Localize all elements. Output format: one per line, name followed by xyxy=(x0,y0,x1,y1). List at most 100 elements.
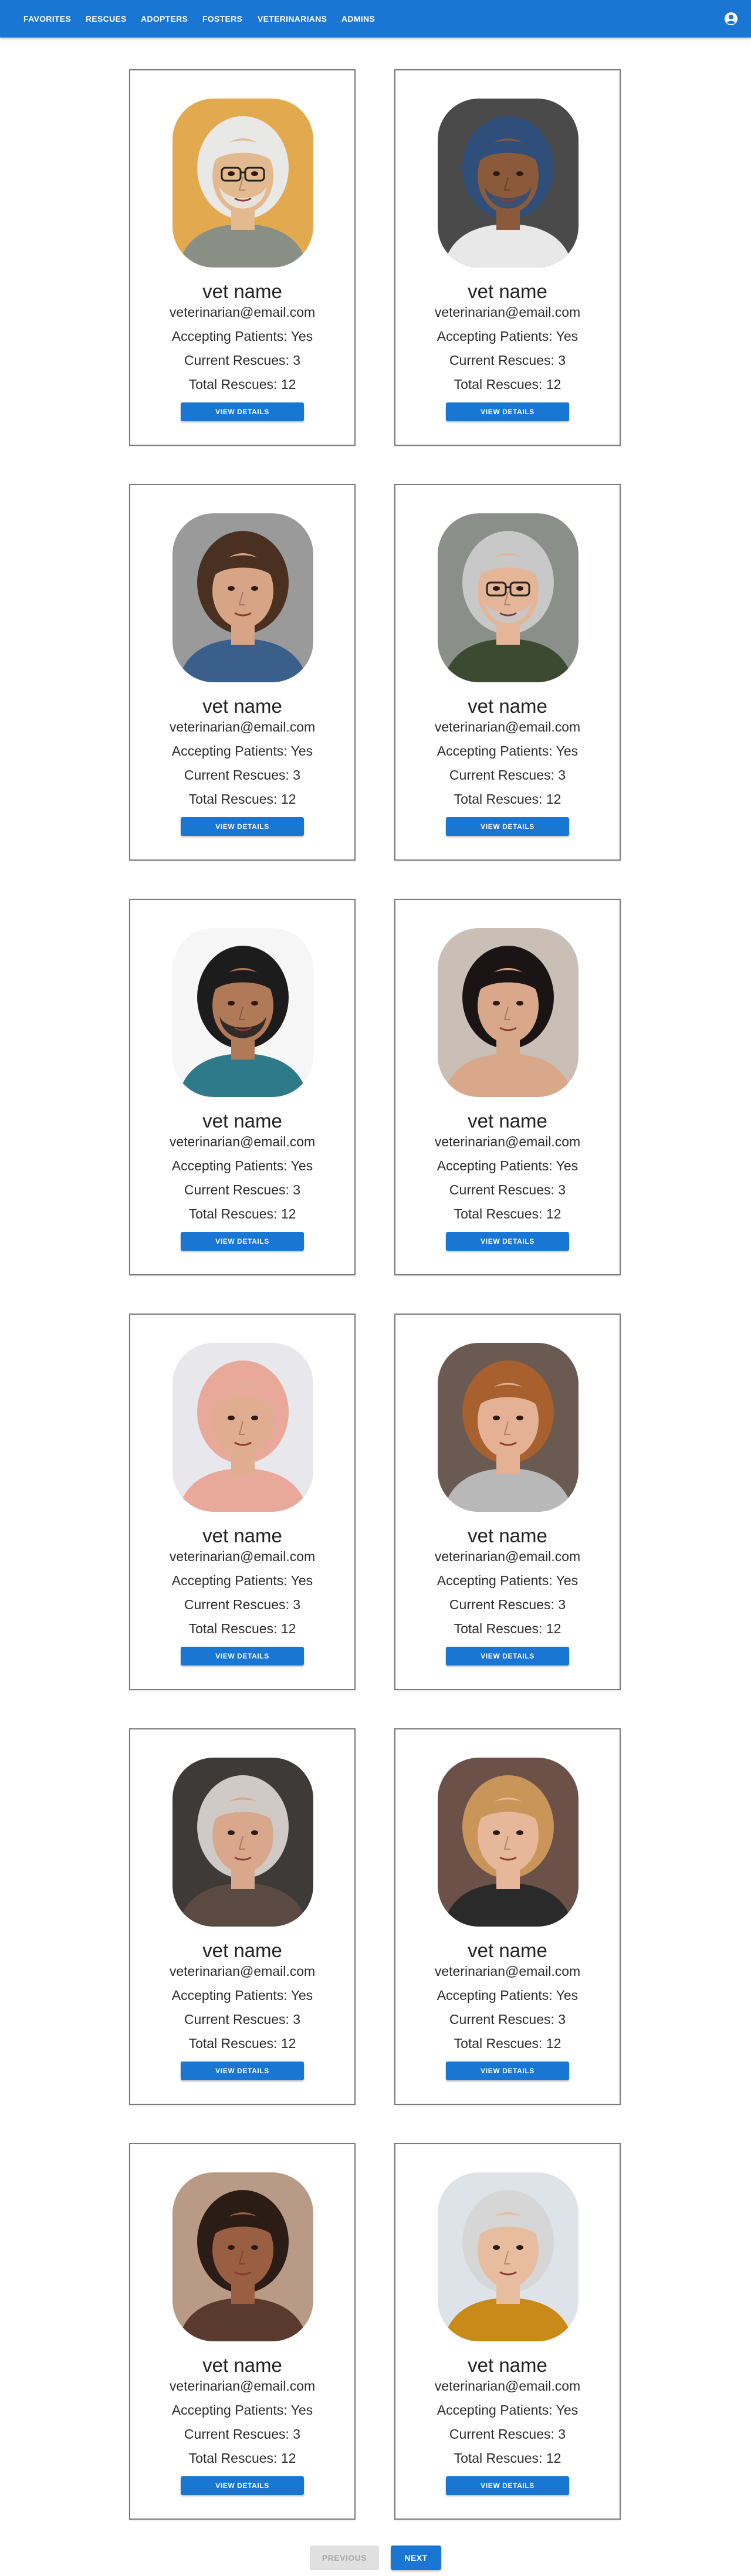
vet-email: veterinarian@email.com xyxy=(434,1134,581,1149)
total-rescues-text: Total Rescues: 12 xyxy=(188,1206,296,1221)
view-details-button[interactable]: VIEW DETAILS xyxy=(181,402,304,421)
account-circle-icon[interactable] xyxy=(724,12,738,26)
accepting-patients-text: Accepting Patients: Yes xyxy=(437,1988,579,2003)
portrait-image xyxy=(438,2172,579,2341)
vet-email: veterinarian@email.com xyxy=(434,719,581,734)
vet-name: vet name xyxy=(468,280,547,302)
vet-photo xyxy=(172,99,313,268)
accepting-patients-text: Accepting Patients: Yes xyxy=(171,1573,313,1588)
total-rescues-text: Total Rescues: 12 xyxy=(454,791,561,807)
accepting-patients-text: Accepting Patients: Yes xyxy=(437,1158,579,1173)
vet-name: vet name xyxy=(202,2354,282,2376)
view-details-button[interactable]: VIEW DETAILS xyxy=(446,402,569,421)
vet-photo xyxy=(438,99,579,268)
view-details-button[interactable]: VIEW DETAILS xyxy=(181,2476,304,2495)
vet-photo xyxy=(438,513,579,682)
current-rescues-text: Current Rescues: 3 xyxy=(184,353,301,368)
accepting-patients-text: Accepting Patients: Yes xyxy=(171,329,313,344)
vet-name: vet name xyxy=(202,695,282,717)
current-rescues-text: Current Rescues: 3 xyxy=(184,2426,301,2442)
vet-photo xyxy=(172,2172,313,2341)
vet-email: veterinarian@email.com xyxy=(434,304,581,320)
accepting-patients-text: Accepting Patients: Yes xyxy=(171,743,313,759)
portrait-image xyxy=(172,513,313,682)
accepting-patients-text: Accepting Patients: Yes xyxy=(437,743,579,759)
accepting-patients-text: Accepting Patients: Yes xyxy=(437,1573,579,1588)
view-details-button[interactable]: VIEW DETAILS xyxy=(446,2476,569,2495)
current-rescues-text: Current Rescues: 3 xyxy=(184,767,301,783)
view-details-button[interactable]: VIEW DETAILS xyxy=(181,1647,304,1666)
total-rescues-text: Total Rescues: 12 xyxy=(454,1621,561,1636)
vet-name: vet name xyxy=(202,1110,282,1132)
view-details-button[interactable]: VIEW DETAILS xyxy=(181,2062,304,2080)
current-rescues-text: Current Rescues: 3 xyxy=(449,1597,566,1612)
vet-photo xyxy=(172,1758,313,1927)
nav-fosters[interactable]: FOSTERS xyxy=(202,0,242,38)
current-rescues-text: Current Rescues: 3 xyxy=(184,1597,301,1612)
top-app-bar: FAVORITES RESCUES ADOPTERS FOSTERS VETER… xyxy=(0,0,751,38)
vet-photo xyxy=(172,1343,313,1512)
view-details-button[interactable]: VIEW DETAILS xyxy=(181,1232,304,1251)
accepting-patients-text: Accepting Patients: Yes xyxy=(437,329,579,344)
total-rescues-text: Total Rescues: 12 xyxy=(188,1621,296,1636)
total-rescues-text: Total Rescues: 12 xyxy=(188,2450,296,2466)
portrait-image xyxy=(172,2172,313,2341)
nav-rescues[interactable]: RESCUES xyxy=(86,0,127,38)
vet-email: veterinarian@email.com xyxy=(434,2378,581,2394)
vet-name: vet name xyxy=(468,1525,547,1546)
portrait-image xyxy=(438,99,579,268)
nav-favorites[interactable]: FAVORITES xyxy=(23,0,71,38)
portrait-image xyxy=(438,928,579,1097)
view-details-button[interactable]: VIEW DETAILS xyxy=(446,2062,569,2080)
vet-card: vet name veterinarian@email.com Accepting … xyxy=(394,484,621,861)
vet-email: veterinarian@email.com xyxy=(169,304,316,320)
current-rescues-text: Current Rescues: 3 xyxy=(184,1182,301,1197)
portrait-image xyxy=(172,928,313,1097)
view-details-button[interactable]: VIEW DETAILS xyxy=(446,1647,569,1666)
vet-name: vet name xyxy=(202,1939,282,1961)
view-details-button[interactable]: VIEW DETAILS xyxy=(181,817,304,836)
vet-email: veterinarian@email.com xyxy=(169,719,316,734)
accepting-patients-text: Accepting Patients: Yes xyxy=(171,1988,313,2003)
next-page-button[interactable]: NEXT xyxy=(391,2545,441,2570)
previous-page-button: PREVIOUS xyxy=(310,2545,379,2570)
nav-veterinarians[interactable]: VETERINARIANS xyxy=(258,0,327,38)
vet-card: vet name veterinarian@email.com Accepting … xyxy=(394,2143,621,2520)
portrait-image xyxy=(172,1758,313,1927)
current-rescues-text: Current Rescues: 3 xyxy=(184,2012,301,2027)
current-rescues-text: Current Rescues: 3 xyxy=(449,1182,566,1197)
vet-card: vet name veterinarian@email.com Accepting … xyxy=(394,1314,621,1690)
portrait-image xyxy=(438,513,579,682)
portrait-image xyxy=(172,99,313,268)
vet-card: vet name veterinarian@email.com Accepting … xyxy=(394,899,621,1275)
total-rescues-text: Total Rescues: 12 xyxy=(454,2036,561,2051)
vet-photo xyxy=(172,513,313,682)
vet-name: vet name xyxy=(468,1110,547,1132)
vet-name: vet name xyxy=(202,280,282,302)
vet-card: vet name veterinarian@email.com Accepting … xyxy=(129,484,356,861)
portrait-image xyxy=(172,1343,313,1512)
portrait-image xyxy=(438,1758,579,1927)
vet-name: vet name xyxy=(202,1525,282,1546)
vet-card: vet name veterinarian@email.com Accepting … xyxy=(129,2143,356,2520)
portrait-image xyxy=(438,1343,579,1512)
vet-email: veterinarian@email.com xyxy=(434,1964,581,1979)
accepting-patients-text: Accepting Patients: Yes xyxy=(437,2402,579,2418)
vet-email: veterinarian@email.com xyxy=(169,1134,316,1149)
vet-email: veterinarian@email.com xyxy=(169,1964,316,1979)
vet-name: vet name xyxy=(468,695,547,717)
vet-photo xyxy=(172,928,313,1097)
vet-name: vet name xyxy=(468,1939,547,1961)
nav-adopters[interactable]: ADOPTERS xyxy=(141,0,188,38)
vet-email: veterinarian@email.com xyxy=(434,1549,581,1564)
accepting-patients-text: Accepting Patients: Yes xyxy=(171,1158,313,1173)
nav-admins[interactable]: ADMINS xyxy=(341,0,375,38)
vet-card: vet name veterinarian@email.com Accepting … xyxy=(394,69,621,446)
vet-photo xyxy=(438,2172,579,2341)
current-rescues-text: Current Rescues: 3 xyxy=(449,2426,566,2442)
view-details-button[interactable]: VIEW DETAILS xyxy=(446,1232,569,1251)
total-rescues-text: Total Rescues: 12 xyxy=(454,2450,561,2466)
view-details-button[interactable]: VIEW DETAILS xyxy=(446,817,569,836)
total-rescues-text: Total Rescues: 12 xyxy=(454,377,561,392)
vet-card: vet name veterinarian@email.com Accepting … xyxy=(129,69,356,446)
